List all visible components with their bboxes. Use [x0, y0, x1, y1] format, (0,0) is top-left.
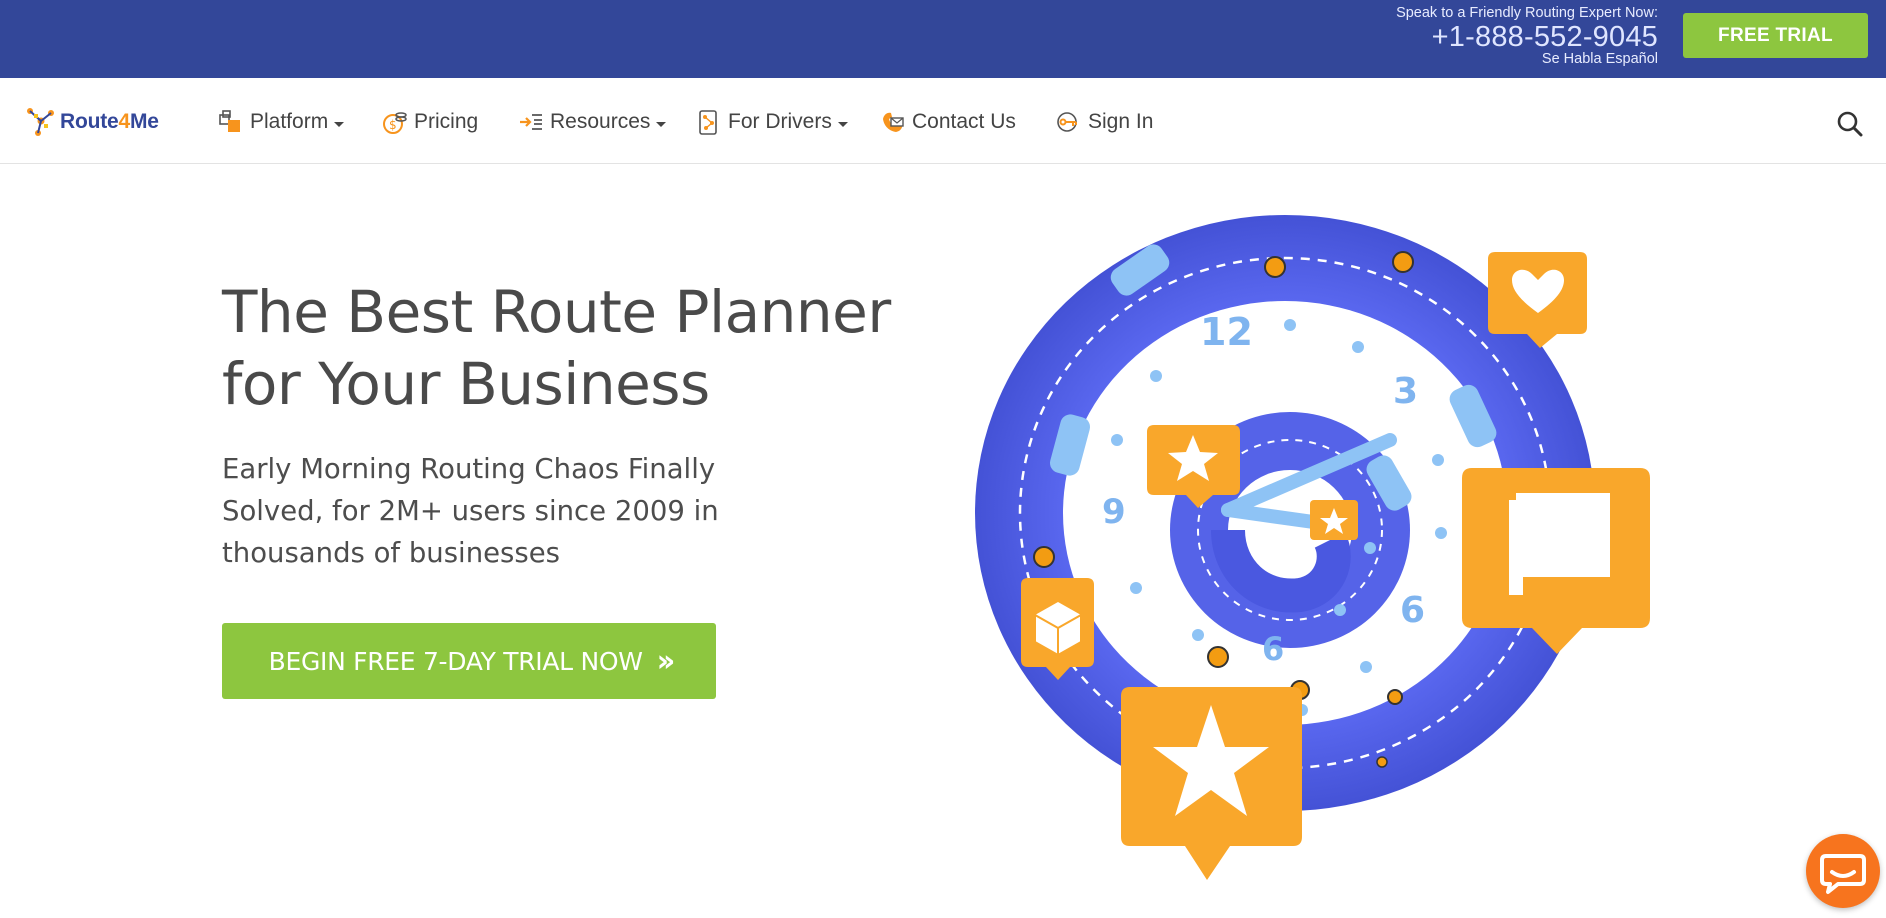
hero-illustration: 12 3 6 9 6	[975, 215, 1650, 880]
phone-mail-icon	[883, 112, 904, 132]
chevron-down-icon	[837, 121, 848, 127]
nav-for-drivers[interactable]: For Drivers	[696, 106, 848, 138]
phone-number-link[interactable]: +1-888-552-9045	[1396, 21, 1658, 53]
contact-info: Speak to a Friendly Routing Expert Now: …	[1396, 5, 1658, 67]
logo-text-route: Route	[60, 110, 119, 133]
nav-resources[interactable]: Resources	[518, 106, 667, 138]
speak-to-expert-text: Speak to a Friendly Routing Expert Now:	[1396, 5, 1658, 21]
clock-number-9: 9	[1102, 492, 1126, 532]
nav-pricing[interactable]: $ Pricing	[382, 106, 478, 138]
cta-label: BEGIN FREE 7-DAY TRIAL NOW	[268, 646, 643, 676]
nav-sign-in[interactable]: Sign In	[1056, 106, 1153, 138]
key-icon	[1057, 112, 1077, 132]
star-bubble-large	[1121, 687, 1302, 880]
nav-for-drivers-label: For Drivers	[728, 110, 832, 133]
list-arrow-icon	[520, 114, 542, 130]
boxes-icon	[219, 110, 240, 132]
main-navigation: Route4Me Platform $ Pricing Resources Fo…	[0, 78, 1886, 164]
clock-number-6-inner: 6	[1262, 630, 1284, 668]
top-contact-bar: Speak to a Friendly Routing Expert Now: …	[0, 0, 1886, 78]
search-icon[interactable]	[1836, 110, 1864, 138]
logo-text: Route4Me	[60, 110, 159, 134]
mini-star-bubble	[1310, 500, 1358, 540]
svg-text:$: $	[389, 118, 397, 132]
nav-platform-label: Platform	[250, 110, 329, 133]
nav-contact-us[interactable]: Contact Us	[880, 106, 1016, 138]
nav-contact-us-label: Contact Us	[912, 110, 1016, 133]
heart-bubble	[1488, 252, 1587, 348]
nav-sign-in-label: Sign In	[1088, 110, 1154, 133]
logo-text-four: 4	[118, 110, 131, 133]
free-trial-button[interactable]: FREE TRIAL	[1683, 13, 1868, 58]
hero-subtitle: Early Morning Routing Chaos Finally Solv…	[222, 453, 719, 569]
hero-title: The Best Route Planner for Your Business	[222, 276, 922, 420]
coin-icon: $	[383, 112, 407, 134]
chevron-down-icon	[334, 121, 345, 127]
logo-text-me: Me	[129, 110, 159, 133]
logo-mark-icon	[27, 108, 54, 136]
flag-bubble	[1462, 468, 1650, 654]
clock-number-6-outer: 6	[1400, 590, 1425, 631]
chat-widget-button[interactable]	[1806, 834, 1880, 908]
nav-platform[interactable]: Platform	[218, 106, 345, 138]
habla-espanol-text: Se Habla Español	[1541, 51, 1658, 67]
double-chevron-right-icon: ››	[656, 643, 676, 679]
hero-title-line2: for Your Business	[222, 350, 710, 418]
chevron-down-icon	[656, 121, 667, 127]
phone-route-icon	[699, 110, 717, 135]
hero-title-line1: The Best Route Planner	[222, 278, 891, 346]
box-bubble	[1021, 578, 1094, 680]
nav-resources-label: Resources	[550, 110, 651, 133]
clock-number-12: 12	[1200, 310, 1253, 354]
begin-free-trial-button[interactable]: BEGIN FREE 7-DAY TRIAL NOW ››	[222, 623, 716, 699]
clock-number-3: 3	[1393, 371, 1418, 412]
chat-bubble-icon	[1820, 854, 1866, 894]
route4me-logo[interactable]: Route4Me	[26, 105, 159, 139]
nav-pricing-label: Pricing	[414, 110, 479, 133]
